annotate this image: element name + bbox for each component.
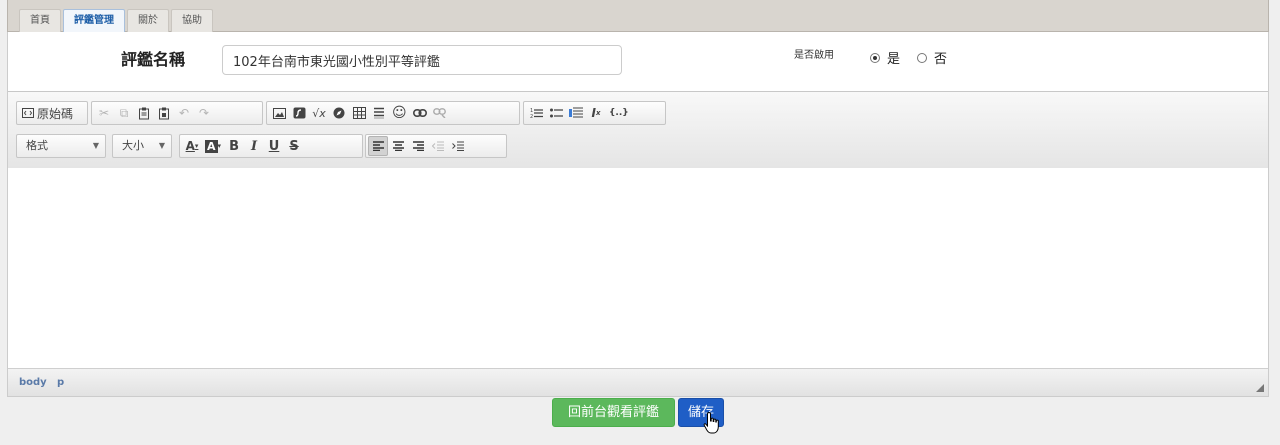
format-combo[interactable]: 格式 ▼ <box>16 134 106 158</box>
paste-text-icon[interactable] <box>154 103 174 123</box>
editor-content-area[interactable] <box>8 168 1268 368</box>
tab-list: 首頁 評鑑管理 關於 協助 <box>19 9 213 32</box>
source-icon <box>22 108 34 118</box>
paste-icon[interactable] <box>134 103 154 123</box>
rich-text-editor: 原始碼 ✂ ⧉ ↶ ↷ √x ☺ 1 2 I x {..} 格式 ▼ 大小 ▼ … <box>8 91 1268 396</box>
text-style-group: A ▾ A ▾ B I U S <box>179 134 363 158</box>
radio-no[interactable] <box>917 52 928 63</box>
bulleted-list-icon[interactable] <box>546 103 566 123</box>
remove-format-icon[interactable]: Ix <box>586 103 606 123</box>
evaluation-name-label: 評鑑名稱 <box>121 50 186 69</box>
top-nav: 首頁 評鑑管理 關於 協助 <box>7 0 1269 32</box>
align-left-icon[interactable] <box>368 136 388 156</box>
size-combo-label: 大小 <box>122 139 144 152</box>
bold-button[interactable]: B <box>224 136 244 156</box>
align-right-icon[interactable] <box>408 136 428 156</box>
enable-label: 是否啟用 <box>794 50 834 61</box>
underline-button[interactable]: U <box>264 136 284 156</box>
resize-handle-icon[interactable] <box>1256 384 1264 392</box>
tab-evaluation-management[interactable]: 評鑑管理 <box>63 9 125 32</box>
math-icon[interactable]: √x <box>309 103 329 123</box>
element-path-bar: body p <box>8 368 1268 396</box>
undo-icon[interactable]: ↶ <box>174 103 194 123</box>
image-icon[interactable] <box>269 103 289 123</box>
text-color-icon[interactable]: A ▾ <box>182 136 202 156</box>
italic-button[interactable]: I <box>244 136 264 156</box>
editor-toolbar: 原始碼 ✂ ⧉ ↶ ↷ √x ☺ 1 2 I x {..} 格式 ▼ 大小 ▼ … <box>8 92 1268 169</box>
redo-icon[interactable]: ↷ <box>194 103 214 123</box>
list-format-group: 12 Ix {..} <box>523 101 666 125</box>
hand-cursor-icon <box>703 411 719 434</box>
source-button[interactable]: 原始碼 <box>19 103 76 123</box>
chevron-down-icon: ▼ <box>158 141 165 150</box>
background-color-icon[interactable]: A ▾ <box>202 136 224 156</box>
alignment-group <box>365 134 507 158</box>
copy-icon[interactable]: ⧉ <box>114 103 134 123</box>
cut-icon[interactable]: ✂ <box>94 103 114 123</box>
tab-about[interactable]: 關於 <box>127 9 169 32</box>
evaluation-form-panel: 評鑑名稱 是否啟用 是 否 原始碼 ✂ ⧉ <box>7 32 1269 397</box>
numbered-list-icon[interactable]: 12 <box>526 103 546 123</box>
source-group: 原始碼 <box>16 101 88 125</box>
source-button-label: 原始碼 <box>37 106 74 121</box>
svg-text:2: 2 <box>530 114 533 119</box>
radio-yes-label[interactable]: 是 <box>887 48 900 67</box>
outdent-icon[interactable] <box>428 136 448 156</box>
evaluation-name-input[interactable] <box>222 45 622 75</box>
blockquote-icon[interactable] <box>566 103 586 123</box>
code-snippet-icon[interactable]: {..} <box>606 103 632 123</box>
size-combo[interactable]: 大小 ▼ <box>112 134 172 158</box>
unlink-icon[interactable] <box>430 103 450 123</box>
radio-yes[interactable] <box>870 52 880 63</box>
indent-icon[interactable] <box>448 136 468 156</box>
compass-icon[interactable] <box>329 103 349 123</box>
format-combo-label: 格式 <box>26 139 48 152</box>
align-center-icon[interactable] <box>388 136 408 156</box>
enable-radio-group: 是 否 <box>870 48 964 67</box>
tab-home[interactable]: 首頁 <box>19 9 61 32</box>
table-icon[interactable] <box>349 103 369 123</box>
link-icon[interactable] <box>410 103 430 123</box>
smiley-icon[interactable]: ☺ <box>389 103 410 123</box>
path-p[interactable]: p <box>57 377 64 388</box>
strike-button[interactable]: S <box>284 136 304 156</box>
clipboard-group: ✂ ⧉ ↶ ↷ <box>91 101 263 125</box>
path-body[interactable]: body <box>19 377 47 388</box>
tab-help[interactable]: 協助 <box>171 9 213 32</box>
chevron-down-icon: ▼ <box>92 141 99 150</box>
insert-group: √x ☺ <box>266 101 520 125</box>
radio-no-label[interactable]: 否 <box>934 48 947 67</box>
view-front-button[interactable]: 回前台觀看評鑑 <box>552 398 675 427</box>
flash-icon[interactable] <box>289 103 309 123</box>
horizontal-rule-icon[interactable] <box>369 103 389 123</box>
